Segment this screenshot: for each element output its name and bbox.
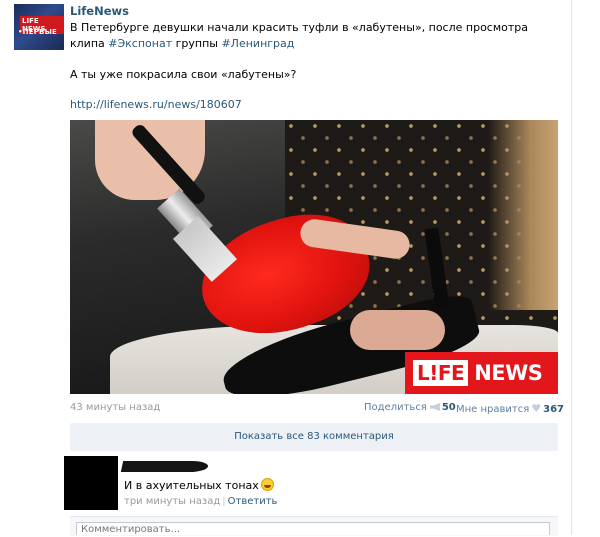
comment-input[interactable]: Комментировать... xyxy=(76,522,550,535)
reply-link[interactable]: Ответить xyxy=(228,496,278,507)
hashtag-leningrad[interactable]: #Ленинград xyxy=(221,37,294,50)
like-button[interactable]: Мне нравится ♥ 367 xyxy=(456,402,564,415)
watermark-life: L!FE xyxy=(413,360,469,386)
avatar-subtitle: •ПЕРВЫЕ xyxy=(18,28,58,36)
post-time[interactable]: 43 минуты назад xyxy=(70,402,160,413)
share-megaphone-icon xyxy=(429,403,440,411)
like-label: Мне нравится xyxy=(456,404,530,415)
comment-meta: три минуты назад | Ответить xyxy=(124,496,277,507)
lifenews-watermark: L!FE NEWS xyxy=(405,352,558,394)
comment-text: И в ахуительных тонах xyxy=(124,478,274,492)
share-button[interactable]: Поделиться 50 xyxy=(364,402,456,413)
post-link[interactable]: http://lifenews.ru/news/180607 xyxy=(70,98,242,111)
watermark-news: NEWS xyxy=(474,361,543,385)
hashtag-eksponat[interactable]: #Экспонат xyxy=(108,37,172,50)
post-question: А ты уже покрасила свои «лабутены»? xyxy=(70,68,297,81)
show-all-comments-button[interactable]: Показать все 83 комментария xyxy=(70,423,558,451)
comment-author-redacted xyxy=(120,461,210,472)
share-label: Поделиться xyxy=(364,402,427,413)
photo-hand-bottom xyxy=(350,310,445,350)
comment-time[interactable]: три минуты назад xyxy=(124,496,220,507)
post-text-mid: группы xyxy=(172,37,222,50)
comment-avatar[interactable] xyxy=(64,456,118,510)
share-count: 50 xyxy=(441,402,456,413)
photo-hair xyxy=(488,120,558,310)
grin-emoji-icon xyxy=(260,478,274,491)
author-avatar[interactable]: LIFE NEWS •ПЕРВЫЕ xyxy=(14,4,64,50)
comment-text-body: И в ахуительных тонах xyxy=(124,479,259,492)
meta-separator: | xyxy=(222,496,226,507)
author-name-link[interactable]: LifeNews xyxy=(70,4,129,18)
like-count: 367 xyxy=(543,404,564,415)
post-text: В Петербурге девушки начали красить туфл… xyxy=(70,20,560,52)
heart-icon: ♥ xyxy=(531,402,542,415)
post-photo[interactable]: L!FE NEWS xyxy=(70,120,558,394)
